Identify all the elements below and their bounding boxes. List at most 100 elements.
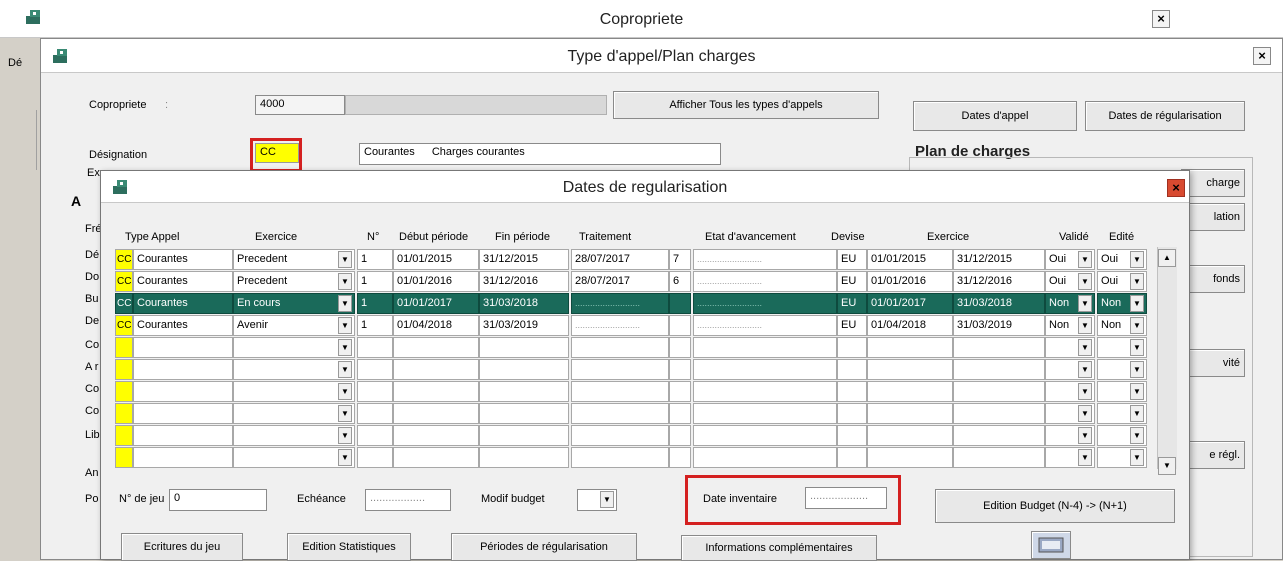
cell-code[interactable]	[115, 381, 133, 402]
cell-valide[interactable]: ▼	[1045, 359, 1095, 380]
chevron-down-icon[interactable]: ▼	[338, 339, 352, 356]
cell-traitement[interactable]	[571, 425, 669, 446]
cell-edite[interactable]: ▼	[1097, 381, 1147, 402]
cell-debut[interactable]	[393, 425, 479, 446]
cell-valide[interactable]: ▼	[1045, 403, 1095, 424]
cell-fin[interactable]	[479, 381, 569, 402]
cell-edite[interactable]: Non ▼	[1097, 315, 1147, 336]
chevron-down-icon[interactable]: ▼	[338, 405, 352, 422]
cell-type[interactable]	[133, 425, 233, 446]
cell-exercice[interactable]: Precedent ▼	[233, 271, 355, 292]
grid-scrollbar[interactable]	[1157, 247, 1177, 469]
fonds-button[interactable]: fonds	[1181, 265, 1245, 293]
cell-step[interactable]: 6	[669, 271, 691, 292]
dates-appel-button[interactable]: Dates d'appel	[913, 101, 1077, 131]
cell-devise[interactable]	[837, 381, 867, 402]
ecritures-jeu-button[interactable]: Ecritures du jeu	[121, 533, 243, 561]
cell-debut[interactable]	[393, 381, 479, 402]
cell-traitement[interactable]	[571, 359, 669, 380]
chevron-down-icon[interactable]: ▼	[1130, 361, 1144, 378]
cell-ex-fin[interactable]	[953, 425, 1045, 446]
cell-exercice[interactable]: En cours ▼	[233, 293, 355, 314]
cell-ex-debut[interactable]: 01/01/2015	[867, 249, 953, 270]
regl-button[interactable]: e régl.	[1181, 441, 1245, 469]
cell-fin[interactable]	[479, 403, 569, 424]
cell-code[interactable]: CC	[115, 293, 133, 314]
cell-exercice[interactable]: ▼	[233, 447, 355, 468]
cell-step[interactable]	[669, 359, 691, 380]
cell-ex-debut[interactable]	[867, 425, 953, 446]
cell-ex-debut[interactable]	[867, 381, 953, 402]
cell-etat[interactable]	[693, 337, 837, 358]
cell-debut[interactable]: 01/01/2017	[393, 293, 479, 314]
informations-complementaires-button[interactable]: Informations complémentaires	[681, 535, 877, 561]
cell-valide[interactable]: ▼	[1045, 425, 1095, 446]
cell-ex-debut[interactable]	[867, 403, 953, 424]
chevron-down-icon[interactable]: ▼	[1130, 339, 1144, 356]
exit-icon[interactable]	[1031, 531, 1071, 559]
cell-devise[interactable]: EU	[837, 315, 867, 336]
cell-traitement[interactable]	[571, 337, 669, 358]
cell-devise[interactable]	[837, 359, 867, 380]
cell-etat[interactable]	[693, 359, 837, 380]
cell-code[interactable]	[115, 403, 133, 424]
cell-type[interactable]	[133, 381, 233, 402]
cell-ex-fin[interactable]	[953, 381, 1045, 402]
cell-etat[interactable]: ..........................	[693, 271, 837, 292]
cell-debut[interactable]	[393, 337, 479, 358]
scroll-up-icon[interactable]: ▲	[1158, 249, 1176, 267]
cell-ex-fin[interactable]	[953, 403, 1045, 424]
cell-type[interactable]: Courantes	[133, 249, 233, 270]
echeance-field[interactable]: ..................	[365, 489, 451, 511]
cell-traitement[interactable]: 28/07/2017	[571, 249, 669, 270]
edition-statistiques-button[interactable]: Edition Statistiques	[287, 533, 411, 561]
periodes-regularisation-button[interactable]: Périodes de régularisation	[451, 533, 637, 561]
cell-valide[interactable]: ▼	[1045, 381, 1095, 402]
cell-etat[interactable]: ..........................	[693, 249, 837, 270]
cell-exercice[interactable]: Avenir ▼	[233, 315, 355, 336]
chevron-down-icon[interactable]: ▼	[1078, 273, 1092, 290]
cell-ex-fin[interactable]: 31/03/2018	[953, 293, 1045, 314]
num-jeu-field[interactable]: 0	[169, 489, 267, 511]
cell-devise[interactable]	[837, 447, 867, 468]
chevron-down-icon[interactable]: ▼	[1130, 427, 1144, 444]
cell-debut[interactable]: 01/01/2016	[393, 271, 479, 292]
cell-devise[interactable]	[837, 425, 867, 446]
cell-type[interactable]	[133, 359, 233, 380]
cell-type[interactable]	[133, 337, 233, 358]
cell-etat[interactable]: ..........................	[693, 293, 837, 314]
cell-traitement[interactable]	[571, 403, 669, 424]
designation-field[interactable]: Courantes Charges courantes	[359, 143, 721, 165]
cell-step[interactable]	[669, 293, 691, 314]
chevron-down-icon[interactable]: ▼	[1078, 317, 1092, 334]
cell-debut[interactable]: 01/01/2015	[393, 249, 479, 270]
cell-num[interactable]	[357, 337, 393, 358]
cell-traitement[interactable]: ..........................	[571, 315, 669, 336]
close-icon[interactable]: ×	[1152, 10, 1170, 28]
chevron-down-icon[interactable]: ▼	[1078, 295, 1092, 312]
cell-ex-debut[interactable]: 01/04/2018	[867, 315, 953, 336]
chevron-down-icon[interactable]: ▼	[338, 251, 352, 268]
chevron-down-icon[interactable]: ▼	[1130, 405, 1144, 422]
cell-code[interactable]	[115, 337, 133, 358]
edition-budget-button[interactable]: Edition Budget (N-4) -> (N+1)	[935, 489, 1175, 523]
cell-fin[interactable]	[479, 359, 569, 380]
cell-num[interactable]	[357, 359, 393, 380]
cell-devise[interactable]	[837, 337, 867, 358]
cell-devise[interactable]: EU	[837, 293, 867, 314]
afficher-tous-button[interactable]: Afficher Tous les types d'appels	[613, 91, 879, 119]
cell-step[interactable]	[669, 425, 691, 446]
chevron-down-icon[interactable]: ▼	[338, 295, 352, 312]
cell-ex-fin[interactable]: 31/12/2015	[953, 249, 1045, 270]
cell-devise[interactable]: EU	[837, 249, 867, 270]
cell-traitement[interactable]	[571, 381, 669, 402]
chevron-down-icon[interactable]: ▼	[1078, 449, 1092, 466]
cell-fin[interactable]	[479, 337, 569, 358]
close-icon[interactable]: ×	[1167, 179, 1185, 197]
cell-edite[interactable]: ▼	[1097, 425, 1147, 446]
modif-budget-select[interactable]: ▼	[577, 489, 617, 511]
cell-edite[interactable]: Oui ▼	[1097, 249, 1147, 270]
chevron-down-icon[interactable]: ▼	[1078, 251, 1092, 268]
cell-valide[interactable]: ▼	[1045, 337, 1095, 358]
cell-step[interactable]	[669, 381, 691, 402]
